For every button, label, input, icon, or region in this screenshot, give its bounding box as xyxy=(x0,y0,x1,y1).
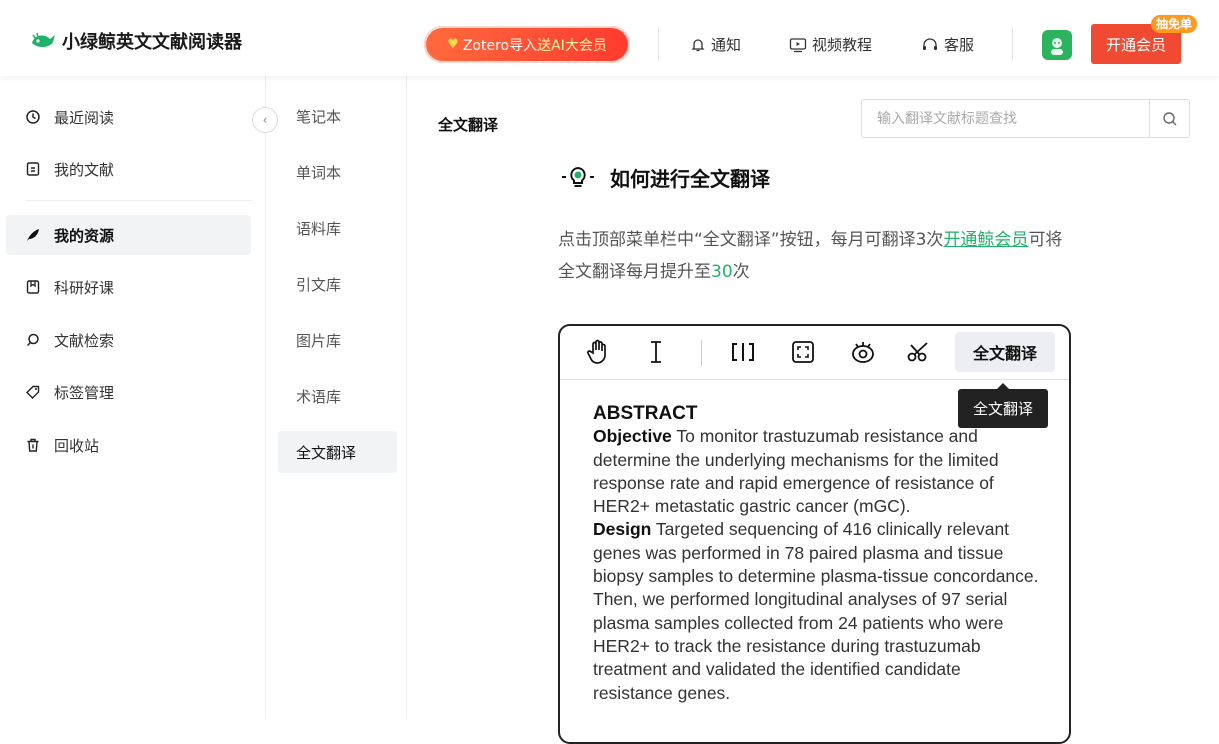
promo-prefix: Zotero导入 xyxy=(462,37,538,54)
video-tutorial-label: 视频教程 xyxy=(812,36,873,54)
sidebar-item-label: 我的文献 xyxy=(54,160,115,179)
video-icon xyxy=(789,37,807,52)
document-icon xyxy=(26,162,40,176)
lightbulb-icon xyxy=(562,166,594,187)
free-order-badge: 抽免单 xyxy=(1151,15,1198,33)
sidebar-item-my-resources[interactable]: 我的资源 xyxy=(6,215,251,255)
search-icon xyxy=(1162,111,1176,125)
howto-title: 如何进行全文翻译 xyxy=(610,167,770,191)
page-title: 全文翻译 xyxy=(438,116,499,134)
sidebar-item-label: 标签管理 xyxy=(54,383,115,402)
user-avatar-icon xyxy=(1051,38,1063,55)
split-view-icon xyxy=(730,339,756,365)
translation-search xyxy=(861,99,1190,138)
divider xyxy=(26,200,252,201)
search-button[interactable] xyxy=(1149,100,1189,137)
tooltip: 全文翻译 xyxy=(958,383,1048,428)
tag-icon xyxy=(26,385,40,399)
subnav-item-citations[interactable]: 引文库 xyxy=(278,263,397,305)
translation-limit-number: 30 xyxy=(711,262,733,282)
search-input[interactable] xyxy=(862,100,1149,137)
desc-text: 次 xyxy=(732,262,750,282)
sidebar-item-label: 最近阅读 xyxy=(54,108,115,127)
subnav-item-wordbook[interactable]: 单词本 xyxy=(278,151,397,193)
sidebar-item-trash[interactable]: 回收站 xyxy=(6,425,251,465)
app-logo[interactable]: 小绿鲸英文文献阅读器 xyxy=(30,28,242,54)
objective-label: Objective xyxy=(593,426,672,447)
sidebar-item-recent[interactable]: 最近阅读 xyxy=(6,97,251,137)
sidebar-item-courses[interactable]: 科研好课 xyxy=(6,267,251,307)
demo-paper-text: ABSTRACT Objective To monitor trastuzuma… xyxy=(593,402,1043,705)
video-tutorial-button[interactable]: 视频教程 xyxy=(789,34,872,55)
divider xyxy=(1012,28,1013,60)
hand-tool-icon xyxy=(585,339,611,365)
design-text: Targeted sequencing of 416 clinically re… xyxy=(593,519,1039,703)
sidebar-item-literature-search[interactable]: 文献检索 xyxy=(6,320,251,360)
demo-reader-window: 全文翻译 ABSTRACT Objective To monitor trast… xyxy=(558,324,1071,744)
sidebar-item-label: 回收站 xyxy=(54,436,100,455)
design-label: Design xyxy=(593,519,652,540)
trash-icon xyxy=(26,438,40,452)
divider xyxy=(701,340,702,366)
customer-service-button[interactable]: 客服 xyxy=(921,34,974,55)
resource-subnav: 笔记本 单词本 语料库 引文库 图片库 术语库 全文翻译 xyxy=(266,76,407,719)
design-paragraph: Design Targeted sequencing of 416 clinic… xyxy=(593,518,1043,704)
demo-toolbar: 全文翻译 xyxy=(560,326,1069,380)
translation-description: 点击顶部菜单栏中“全文翻译”按钮，每月可翻译3次开通鲸会员可将全文翻译每月提升至… xyxy=(558,224,1078,288)
scissors-icon xyxy=(907,339,933,365)
notification-label: 通知 xyxy=(711,36,742,54)
objective-paragraph: Objective To monitor trastuzumab resista… xyxy=(593,425,1043,518)
sidebar-item-label: 我的资源 xyxy=(54,226,115,245)
top-bar: 小绿鲸英文文献阅读器 ♥ Zotero导入 送AI大会员 通知 视频教程 客服 开… xyxy=(0,0,1219,76)
sidebar: 最近阅读 我的文献 我的资源 科研好课 文献检索 标签管理 回收站 xyxy=(0,76,266,719)
text-cursor-icon xyxy=(643,339,669,365)
collapse-sidebar-button[interactable]: ‹ xyxy=(252,107,278,133)
chevron-left-icon: ‹ xyxy=(262,113,268,127)
howto-heading: 如何进行全文翻译 xyxy=(560,163,770,192)
fullscreen-icon xyxy=(790,339,816,365)
notification-button[interactable]: 通知 xyxy=(690,34,741,55)
sidebar-item-tags[interactable]: 标签管理 xyxy=(6,372,251,412)
avatar[interactable] xyxy=(1042,30,1072,60)
whale-logo-icon xyxy=(32,32,55,48)
customer-service-label: 客服 xyxy=(944,36,975,54)
search-icon xyxy=(26,333,40,347)
app-name: 小绿鲸英文文献阅读器 xyxy=(62,32,242,53)
full-translation-tool-button: 全文翻译 xyxy=(955,332,1055,372)
desc-text: 点击顶部菜单栏中“全文翻译”按钮，每月可翻译3次 xyxy=(558,230,944,250)
heart-icon: ♥ xyxy=(447,37,459,52)
subnav-item-full-translation[interactable]: 全文翻译 xyxy=(278,431,397,473)
open-whale-membership-link[interactable]: 开通鲸会员 xyxy=(943,230,1028,250)
zotero-promo-button[interactable]: ♥ Zotero导入 送AI大会员 xyxy=(424,26,630,63)
subnav-item-terms[interactable]: 术语库 xyxy=(278,375,397,417)
bell-icon xyxy=(691,38,705,51)
subnav-item-corpus[interactable]: 语料库 xyxy=(278,207,397,249)
promo-highlight: 送AI大会员 xyxy=(537,37,607,54)
headset-icon xyxy=(923,37,937,50)
clock-icon xyxy=(26,110,40,124)
subnav-item-images[interactable]: 图片库 xyxy=(278,319,397,361)
sidebar-item-label: 科研好课 xyxy=(54,278,115,297)
sidebar-item-label: 文献检索 xyxy=(54,331,115,350)
eye-protection-icon xyxy=(850,339,876,365)
subnav-item-notebook[interactable]: 笔记本 xyxy=(278,95,397,137)
divider xyxy=(658,28,659,60)
bookmark-icon xyxy=(26,280,40,294)
feather-icon xyxy=(26,228,40,242)
sidebar-item-my-papers[interactable]: 我的文献 xyxy=(6,149,251,189)
